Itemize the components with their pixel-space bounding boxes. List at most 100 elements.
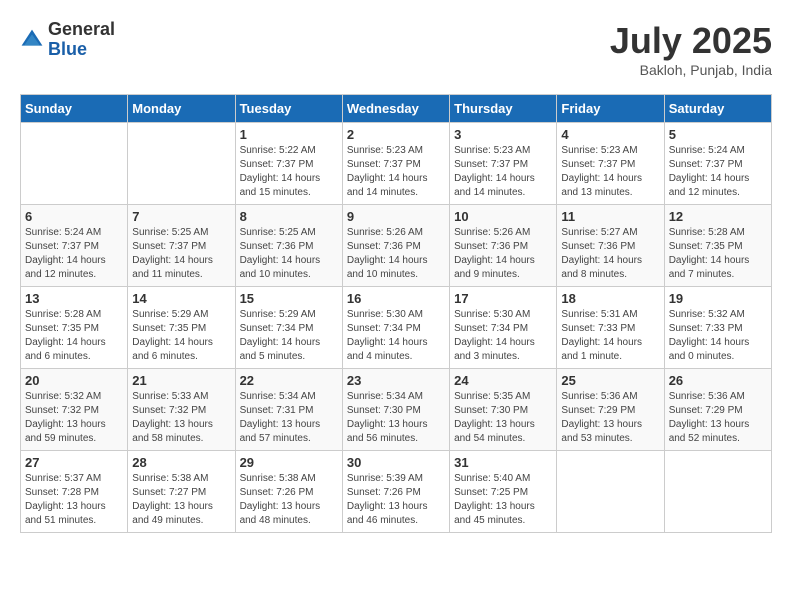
calendar-cell: 22Sunrise: 5:34 AM Sunset: 7:31 PM Dayli… [235,369,342,451]
calendar-cell: 8 Sunrise: 5:25 AM Sunset: 7:36 PM Daylig… [235,205,342,287]
calendar-cell: 24 Sunrise: 5:35 AM Sunset: 7:30 PM Dayli… [450,369,557,451]
calendar-cell: 19Sunrise: 5:32 AM Sunset: 7:33 PM Dayli… [664,287,771,369]
day-number: 8 [240,209,338,224]
calendar-cell: 4Sunrise: 5:23 AM Sunset: 7:37 PM Daylig… [557,123,664,205]
day-number: 5 [669,127,767,142]
day-number: 21 [132,373,230,388]
day-info: Sunrise: 5:33 AM Sunset: 7:32 PM Dayligh… [132,390,230,446]
calendar-week-3: 13Sunrise: 5:28 AM Sunset: 7:35 PM Dayli… [21,287,772,369]
day-number: 6 [25,209,123,224]
day-number: 15 [240,291,338,306]
day-info: Sunrise: 5:24 AM Sunset: 7:37 PM Dayligh… [25,226,123,282]
day-number: 27 [25,455,123,470]
weekday-header-thursday: Thursday [450,95,557,123]
day-number: 20 [25,373,123,388]
calendar-cell: 31 Sunrise: 5:40 AM Sunset: 7:25 PM Dayli… [450,451,557,533]
day-info: Sunrise: 5:26 AM Sunset: 7:36 PM Dayligh… [347,226,445,282]
calendar-cell: 10 Sunrise: 5:26 AM Sunset: 7:36 PM Dayli… [450,205,557,287]
title-area: July 2025 Bakloh, Punjab, India [610,20,772,78]
day-info: Sunrise: 5:25 AM Sunset: 7:37 PM Dayligh… [132,226,230,282]
day-info: Sunrise: 5:23 AM Sunset: 7:37 PM Dayligh… [561,144,659,200]
day-info: Sunrise: 5:32 AM Sunset: 7:32 PM Dayligh… [25,390,123,446]
calendar-week-2: 6 Sunrise: 5:24 AM Sunset: 7:37 PM Daylig… [21,205,772,287]
day-number: 23 [347,373,445,388]
calendar-cell [664,451,771,533]
calendar-cell: 23 Sunrise: 5:34 AM Sunset: 7:30 PM Dayli… [342,369,449,451]
calendar-cell [21,123,128,205]
day-number: 29 [240,455,338,470]
calendar-cell: 7Sunrise: 5:25 AM Sunset: 7:37 PM Daylig… [128,205,235,287]
day-info: Sunrise: 5:24 AM Sunset: 7:37 PM Dayligh… [669,144,767,200]
calendar-cell: 30 Sunrise: 5:39 AM Sunset: 7:26 PM Dayli… [342,451,449,533]
weekday-header-tuesday: Tuesday [235,95,342,123]
logo: General Blue [20,20,115,60]
day-info: Sunrise: 5:28 AM Sunset: 7:35 PM Dayligh… [669,226,767,282]
calendar-cell: 3 Sunrise: 5:23 AM Sunset: 7:37 PM Daylig… [450,123,557,205]
day-info: Sunrise: 5:29 AM Sunset: 7:35 PM Dayligh… [132,308,230,364]
day-number: 1 [240,127,338,142]
day-number: 22 [240,373,338,388]
calendar-cell: 1 Sunrise: 5:22 AM Sunset: 7:37 PM Daylig… [235,123,342,205]
day-info: Sunrise: 5:25 AM Sunset: 7:36 PM Dayligh… [240,226,338,282]
day-info: Sunrise: 5:32 AM Sunset: 7:33 PM Dayligh… [669,308,767,364]
calendar-cell: 18Sunrise: 5:31 AM Sunset: 7:33 PM Dayli… [557,287,664,369]
weekday-header-saturday: Saturday [664,95,771,123]
calendar-cell: 21 Sunrise: 5:33 AM Sunset: 7:32 PM Dayli… [128,369,235,451]
day-number: 3 [454,127,552,142]
day-number: 14 [132,291,230,306]
day-number: 17 [454,291,552,306]
day-info: Sunrise: 5:34 AM Sunset: 7:30 PM Dayligh… [347,390,445,446]
calendar-cell: 26 Sunrise: 5:36 AM Sunset: 7:29 PM Dayli… [664,369,771,451]
calendar-cell: 25 Sunrise: 5:36 AM Sunset: 7:29 PM Dayli… [557,369,664,451]
day-info: Sunrise: 5:30 AM Sunset: 7:34 PM Dayligh… [347,308,445,364]
day-info: Sunrise: 5:35 AM Sunset: 7:30 PM Dayligh… [454,390,552,446]
day-info: Sunrise: 5:26 AM Sunset: 7:36 PM Dayligh… [454,226,552,282]
calendar-cell: 16 Sunrise: 5:30 AM Sunset: 7:34 PM Dayli… [342,287,449,369]
weekday-header-sunday: Sunday [21,95,128,123]
day-info: Sunrise: 5:29 AM Sunset: 7:34 PM Dayligh… [240,308,338,364]
location: Bakloh, Punjab, India [610,62,772,78]
day-number: 25 [561,373,659,388]
calendar-cell: 14 Sunrise: 5:29 AM Sunset: 7:35 PM Dayli… [128,287,235,369]
calendar-week-1: 1 Sunrise: 5:22 AM Sunset: 7:37 PM Daylig… [21,123,772,205]
day-number: 31 [454,455,552,470]
month-title: July 2025 [610,20,772,62]
day-info: Sunrise: 5:30 AM Sunset: 7:34 PM Dayligh… [454,308,552,364]
calendar-cell: 9 Sunrise: 5:26 AM Sunset: 7:36 PM Daylig… [342,205,449,287]
calendar-cell: 28Sunrise: 5:38 AM Sunset: 7:27 PM Dayli… [128,451,235,533]
day-info: Sunrise: 5:36 AM Sunset: 7:29 PM Dayligh… [561,390,659,446]
calendar-cell: 12 Sunrise: 5:28 AM Sunset: 7:35 PM Dayli… [664,205,771,287]
weekday-header-wednesday: Wednesday [342,95,449,123]
day-number: 30 [347,455,445,470]
day-number: 12 [669,209,767,224]
day-info: Sunrise: 5:22 AM Sunset: 7:37 PM Dayligh… [240,144,338,200]
calendar-cell: 27Sunrise: 5:37 AM Sunset: 7:28 PM Dayli… [21,451,128,533]
day-info: Sunrise: 5:23 AM Sunset: 7:37 PM Dayligh… [454,144,552,200]
day-info: Sunrise: 5:40 AM Sunset: 7:25 PM Dayligh… [454,472,552,528]
day-number: 16 [347,291,445,306]
calendar-week-4: 20 Sunrise: 5:32 AM Sunset: 7:32 PM Dayli… [21,369,772,451]
day-info: Sunrise: 5:23 AM Sunset: 7:37 PM Dayligh… [347,144,445,200]
weekday-header-row: SundayMondayTuesdayWednesdayThursdayFrid… [21,95,772,123]
day-info: Sunrise: 5:27 AM Sunset: 7:36 PM Dayligh… [561,226,659,282]
calendar-cell: 20 Sunrise: 5:32 AM Sunset: 7:32 PM Dayli… [21,369,128,451]
day-number: 18 [561,291,659,306]
calendar-week-5: 27Sunrise: 5:37 AM Sunset: 7:28 PM Dayli… [21,451,772,533]
calendar-table: SundayMondayTuesdayWednesdayThursdayFrid… [20,94,772,533]
weekday-header-friday: Friday [557,95,664,123]
logo-general-text: General [48,20,115,40]
day-number: 26 [669,373,767,388]
day-number: 9 [347,209,445,224]
day-number: 10 [454,209,552,224]
weekday-header-monday: Monday [128,95,235,123]
calendar-cell: 5 Sunrise: 5:24 AM Sunset: 7:37 PM Daylig… [664,123,771,205]
day-info: Sunrise: 5:38 AM Sunset: 7:27 PM Dayligh… [132,472,230,528]
calendar-cell: 11 Sunrise: 5:27 AM Sunset: 7:36 PM Dayli… [557,205,664,287]
logo-icon [20,28,44,52]
day-info: Sunrise: 5:36 AM Sunset: 7:29 PM Dayligh… [669,390,767,446]
day-number: 24 [454,373,552,388]
logo-blue-text: Blue [48,40,115,60]
day-info: Sunrise: 5:39 AM Sunset: 7:26 PM Dayligh… [347,472,445,528]
day-number: 11 [561,209,659,224]
day-number: 13 [25,291,123,306]
